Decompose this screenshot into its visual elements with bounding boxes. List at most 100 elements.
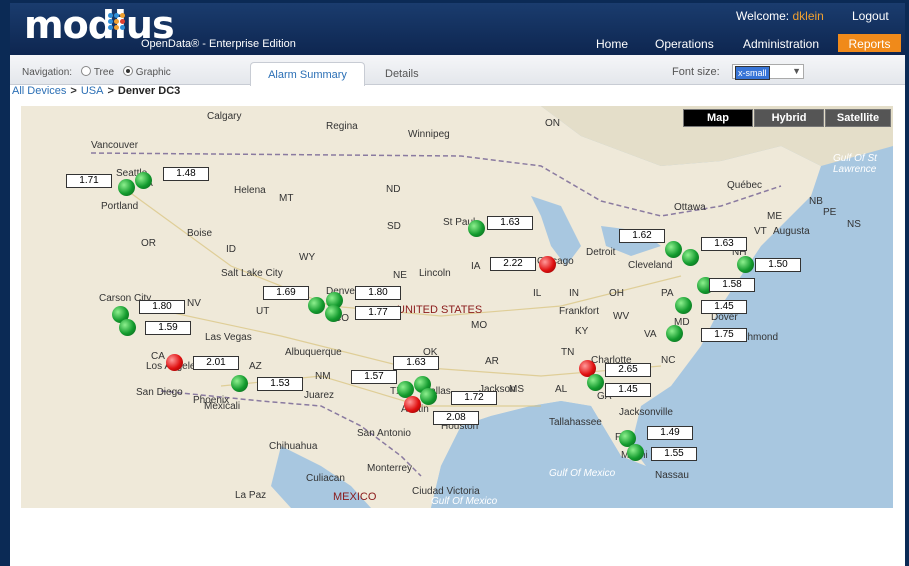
logout-link[interactable]: Logout [852, 9, 889, 23]
site-marker[interactable] [468, 220, 485, 237]
alarm-site-marker[interactable] [166, 354, 183, 371]
map-place-label: WY [299, 252, 316, 263]
tree-label: Tree [93, 67, 115, 78]
logo-dot [120, 25, 125, 30]
site-value-label: 1.48 [163, 167, 209, 181]
map-place-label: AL [555, 384, 568, 395]
map-place-label: IN [569, 288, 579, 299]
map-place-label: Québec [727, 180, 763, 191]
site-marker[interactable] [231, 375, 248, 392]
site-marker[interactable] [118, 179, 135, 196]
logo-dot [120, 19, 125, 24]
map-place-label: MT [279, 193, 294, 204]
map-place-label: ON [545, 118, 560, 129]
map-place-label: Winnipeg [408, 129, 450, 140]
site-marker[interactable] [666, 325, 683, 342]
nav-home[interactable]: Home [590, 34, 634, 52]
font-size-select[interactable]: x-small ▼ [732, 64, 804, 80]
map-place-label: Helena [234, 185, 266, 196]
map-place-label: Lincoln [419, 268, 451, 279]
site-value-label: 1.63 [701, 237, 747, 251]
tab-details[interactable]: Details [385, 68, 419, 80]
map-place-label: OH [609, 288, 624, 299]
map-place-label: Boise [187, 228, 213, 239]
map-water-label: Gulf Of Mexico [549, 468, 616, 479]
site-value-label: 1.49 [647, 426, 693, 440]
site-value-label: 1.57 [351, 370, 397, 384]
map-place-label: Detroit [586, 247, 616, 258]
content-area: Navigation: Tree Graphic Alarm Summary D… [10, 55, 905, 566]
site-value-label: 1.75 [701, 328, 747, 342]
map-place-label: NM [315, 371, 331, 382]
tree-radio[interactable] [80, 66, 91, 76]
map-place-label: Tallahassee [549, 417, 602, 428]
site-value-label: 2.22 [490, 257, 536, 271]
navigation-options: Navigation: Tree Graphic [22, 66, 171, 78]
product-subtitle: OpenData® - Enterprise Edition [141, 38, 296, 50]
map-place-label: Regina [326, 121, 358, 132]
graphic-radio[interactable] [122, 66, 133, 76]
map-place-label: PE [823, 207, 837, 218]
site-value-label: 1.58 [709, 278, 755, 292]
nav-reports[interactable]: Reports [838, 34, 901, 52]
map-place-label: San Antonio [357, 428, 411, 439]
site-value-label: 1.59 [145, 321, 191, 335]
site-value-label: 1.45 [605, 383, 651, 397]
site-marker[interactable] [682, 249, 699, 266]
map-place-label: NB [809, 196, 823, 207]
site-marker[interactable] [665, 241, 682, 258]
site-value-label: 1.72 [451, 391, 497, 405]
nav-administration[interactable]: Administration [737, 34, 825, 52]
map-place-label: Augusta [773, 226, 810, 237]
logo-dot [114, 25, 119, 30]
map-place-label: VT [754, 226, 767, 237]
username: dklein [792, 9, 824, 23]
alarm-site-marker[interactable] [404, 396, 421, 413]
site-value-label: 1.71 [66, 174, 112, 188]
map-water-label: Gulf Of St Lawrence [833, 153, 877, 175]
breadcrumb-usa[interactable]: USA [81, 85, 104, 97]
site-marker[interactable] [325, 305, 342, 322]
map-place-label: IL [533, 288, 542, 299]
map-place-label: Ottawa [674, 202, 706, 213]
map-place-label: IA [471, 261, 481, 272]
site-value-label: 1.77 [355, 306, 401, 320]
map-place-label: MO [471, 320, 488, 331]
map-place-label: MS [509, 384, 524, 395]
site-marker[interactable] [420, 388, 437, 405]
map-country-label: UNITED STATES [397, 304, 483, 316]
map-country-label: MEXICO [333, 491, 377, 503]
map-place-label: UT [256, 306, 270, 317]
nav-operations[interactable]: Operations [649, 34, 720, 52]
map-water-label: Gulf Of Mexico [431, 496, 498, 507]
site-marker[interactable] [627, 444, 644, 461]
site-marker[interactable] [737, 256, 754, 273]
site-marker[interactable] [135, 172, 152, 189]
map-type-map-button[interactable]: Map [683, 109, 753, 127]
site-marker[interactable] [308, 297, 325, 314]
map-type-hybrid-button[interactable]: Hybrid [754, 109, 824, 127]
map-place-label: OR [141, 238, 156, 249]
tab-alarm-summary[interactable]: Alarm Summary [250, 62, 365, 86]
app-window: modius OpenData® - Enterprise Edition We… [0, 0, 909, 566]
site-marker[interactable] [675, 297, 692, 314]
map-place-label: Culiacan [306, 473, 345, 484]
breadcrumb-all-devices[interactable]: All Devices [12, 85, 66, 97]
font-size-value: x-small [735, 66, 770, 80]
site-value-label: 1.45 [701, 300, 747, 314]
site-marker[interactable] [587, 374, 604, 391]
site-value-label: 1.62 [619, 229, 665, 243]
map-type-satellite-button[interactable]: Satellite [825, 109, 891, 127]
map-place-label: Vancouver [91, 140, 139, 151]
site-value-label: 1.80 [355, 286, 401, 300]
site-value-label: 2.01 [193, 356, 239, 370]
alarm-site-marker[interactable] [539, 256, 556, 273]
site-marker[interactable] [119, 319, 136, 336]
map-place-label: Calgary [207, 111, 242, 122]
site-value-label: 1.55 [651, 447, 697, 461]
logo-dot [108, 19, 113, 24]
breadcrumb-separator: > [70, 85, 77, 97]
map-view[interactable]: CalgaryReginaWinnipegONVancouverSeattleW… [21, 106, 893, 508]
site-value-label: 1.63 [393, 356, 439, 370]
map-place-label: Cleveland [628, 260, 673, 271]
